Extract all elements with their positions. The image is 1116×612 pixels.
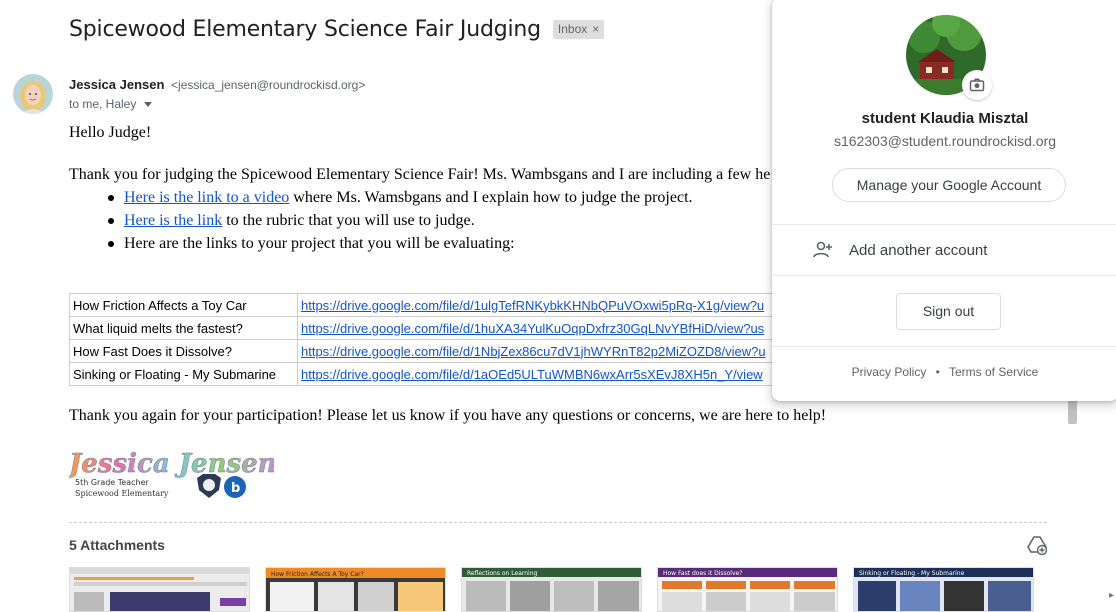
close-icon[interactable]: × (592, 22, 599, 36)
account-email: s162303@student.roundrockisd.org (833, 133, 1057, 149)
chevron-down-icon[interactable] (144, 101, 153, 107)
popup-footer: Privacy Policy • Terms of Service (772, 365, 1116, 379)
svg-text:b: b (231, 481, 240, 496)
change-photo-button[interactable] (962, 70, 992, 100)
recipients-text: to me, Haley (69, 97, 137, 111)
popup-divider (772, 275, 1116, 276)
add-account-label: Add another account (849, 241, 988, 259)
inbox-label-chip[interactable]: Inbox × (552, 20, 605, 39)
project-link[interactable]: https://drive.google.com/file/d/1ulgTefR… (301, 298, 764, 313)
rubric-link[interactable]: Here is the link (124, 212, 222, 229)
sign-out-button[interactable]: Sign out (896, 293, 1001, 330)
popup-divider (772, 346, 1116, 347)
attachment-thumbnail[interactable]: Sinking or Floating - My Submarine (853, 567, 1034, 612)
attachment-thumbnail[interactable]: How Fast does it Dissolve? (657, 567, 838, 612)
attachment-title: Reflections on Learning (467, 570, 538, 577)
project-link[interactable]: https://drive.google.com/file/d/1aOEd5UL… (301, 367, 763, 382)
account-popup: student Klaudia Misztal s162303@student.… (772, 0, 1116, 401)
bullet-text: Here are the links to your project that … (124, 235, 515, 252)
scroll-right-icon[interactable]: ▸ (1109, 590, 1114, 601)
email-closing: Thank you again for your participation! … (69, 407, 827, 424)
attachment-title: Sinking or Floating - My Submarine (859, 570, 965, 577)
add-account-item[interactable]: Add another account (772, 226, 1116, 274)
email-greeting: Hello Judge! (69, 124, 152, 141)
signature-line1: 5th Grade Teacher (75, 478, 150, 487)
inbox-label: Inbox (557, 22, 588, 36)
bullet-text: to the rubric that you will use to judge… (222, 212, 475, 229)
project-name: How Friction Affects a Toy Car (69, 293, 298, 317)
sender-line: Jessica Jensen <jessica_jensen@roundrock… (69, 77, 365, 92)
popup-divider (772, 224, 1116, 225)
email-subject: Spicewood Elementary Science Fair Judgin… (69, 17, 541, 42)
project-name: What liquid melts the fastest? (69, 316, 298, 340)
attachment-title: How Fast does it Dissolve? (663, 570, 742, 577)
list-item: Here is the link to the rubric that you … (106, 211, 693, 234)
attachment-thumbnail[interactable] (69, 567, 250, 612)
scrollbar-thumb[interactable] (1068, 400, 1077, 424)
privacy-policy-link[interactable]: Privacy Policy (852, 365, 927, 379)
attachments-divider (69, 522, 1047, 523)
bullet-text: where Ms. Wamsbgans and I explain how to… (289, 189, 693, 206)
account-name: student Klaudia Misztal (861, 110, 1029, 127)
email-intro: Thank you for judging the Spicewood Elem… (69, 166, 771, 183)
project-name: Sinking or Floating - My Submarine (69, 362, 298, 386)
camera-icon (969, 78, 985, 92)
attachments-title: 5 Attachments (69, 537, 165, 553)
project-name: How Fast Does it Dissolve? (69, 339, 298, 363)
project-link[interactable]: https://drive.google.com/file/d/1NbjZex8… (301, 344, 766, 359)
project-link[interactable]: https://drive.google.com/file/d/1huXA34Y… (301, 321, 764, 336)
attachment-thumbnail[interactable]: How Friction Affects A Toy Car? (265, 567, 446, 612)
signature-line2: Spicewood Elementary (75, 489, 169, 498)
footer-separator: • (935, 365, 940, 379)
signature-image: Jessica Jensen 5th Grade Teacher Spicewo… (64, 446, 277, 504)
attachment-thumbnail[interactable]: Reflections on Learning (461, 567, 642, 612)
manage-account-button[interactable]: Manage your Google Account (832, 168, 1066, 202)
attachment-title: How Friction Affects A Toy Car? (271, 571, 364, 578)
subject-row: Spicewood Elementary Science Fair Judgin… (69, 17, 605, 42)
email-bullet-list: Here is the link to a video where Ms. Wa… (106, 188, 693, 257)
sender-name[interactable]: Jessica Jensen (69, 77, 164, 92)
add-person-icon (812, 239, 834, 261)
list-item: Here is the link to a video where Ms. Wa… (106, 188, 693, 211)
sender-avatar[interactable] (13, 74, 53, 114)
drive-add-icon[interactable] (1027, 535, 1048, 556)
video-link[interactable]: Here is the link to a video (124, 189, 289, 206)
svg-text:Jessica Jensen: Jessica Jensen (69, 449, 274, 479)
list-item: Here are the links to your project that … (106, 234, 693, 257)
recipients-toggle[interactable]: to me, Haley (69, 97, 153, 111)
sender-email: <jessica_jensen@roundrockisd.org> (171, 78, 366, 92)
terms-of-service-link[interactable]: Terms of Service (949, 365, 1038, 379)
